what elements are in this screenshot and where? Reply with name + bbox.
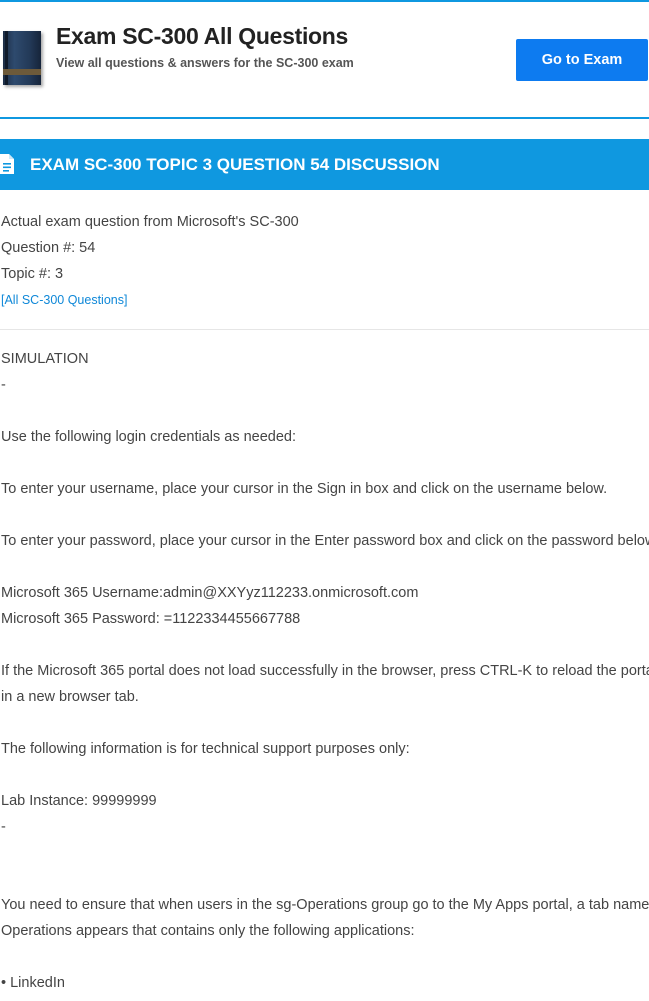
exam-subtitle: View all questions & answers for the SC-… (56, 56, 354, 70)
discussion-banner: EXAM SC-300 TOPIC 3 QUESTION 54 DISCUSSI… (0, 139, 649, 190)
content-divider (0, 329, 649, 330)
header-divider (0, 117, 649, 119)
question-text-line: in a new browser tab. (1, 689, 139, 705)
question-text-line: - (1, 819, 6, 835)
exam-title: Exam SC-300 All Questions (56, 23, 349, 49)
question-text-line: Lab Instance: 99999999 (1, 793, 157, 809)
question-number: Question #: 54 (1, 240, 96, 256)
question-text-line: To enter your username, place your curso… (1, 481, 608, 497)
question-text-line: SIMULATION (1, 351, 89, 367)
go-to-exam-button[interactable]: Go to Exam (516, 39, 648, 81)
question-text-line: - (1, 377, 6, 393)
question-text-line: Microsoft 365 Username:admin@XXYyz112233… (1, 585, 419, 601)
exam-header: Exam SC-300 All Questions View all quest… (0, 2, 649, 118)
all-questions-link[interactable]: [All SC-300 Questions] (1, 293, 127, 307)
question-text-line: You need to ensure that when users in th… (1, 897, 649, 913)
question-text-line: The following information is for technic… (1, 741, 410, 757)
question-text-line: Use the following login credentials as n… (1, 429, 297, 445)
question-text-line: Operations appears that contains only th… (1, 923, 415, 939)
question-text-line: Microsoft 365 Password: =112233445566778… (1, 611, 301, 627)
banner-title: EXAM SC-300 TOPIC 3 QUESTION 54 DISCUSSI… (30, 155, 440, 174)
question-text-line: If the Microsoft 365 portal does not loa… (1, 663, 649, 679)
document-icon (0, 154, 14, 174)
topic-number: Topic #: 3 (1, 266, 64, 282)
question-text-line: • LinkedIn (1, 975, 65, 991)
book-cover-icon (3, 31, 41, 85)
question-meta: Actual exam question from Microsoft's SC… (1, 209, 299, 313)
question-source: Actual exam question from Microsoft's SC… (1, 214, 299, 230)
question-text-line: To enter your password, place your curso… (1, 533, 649, 549)
